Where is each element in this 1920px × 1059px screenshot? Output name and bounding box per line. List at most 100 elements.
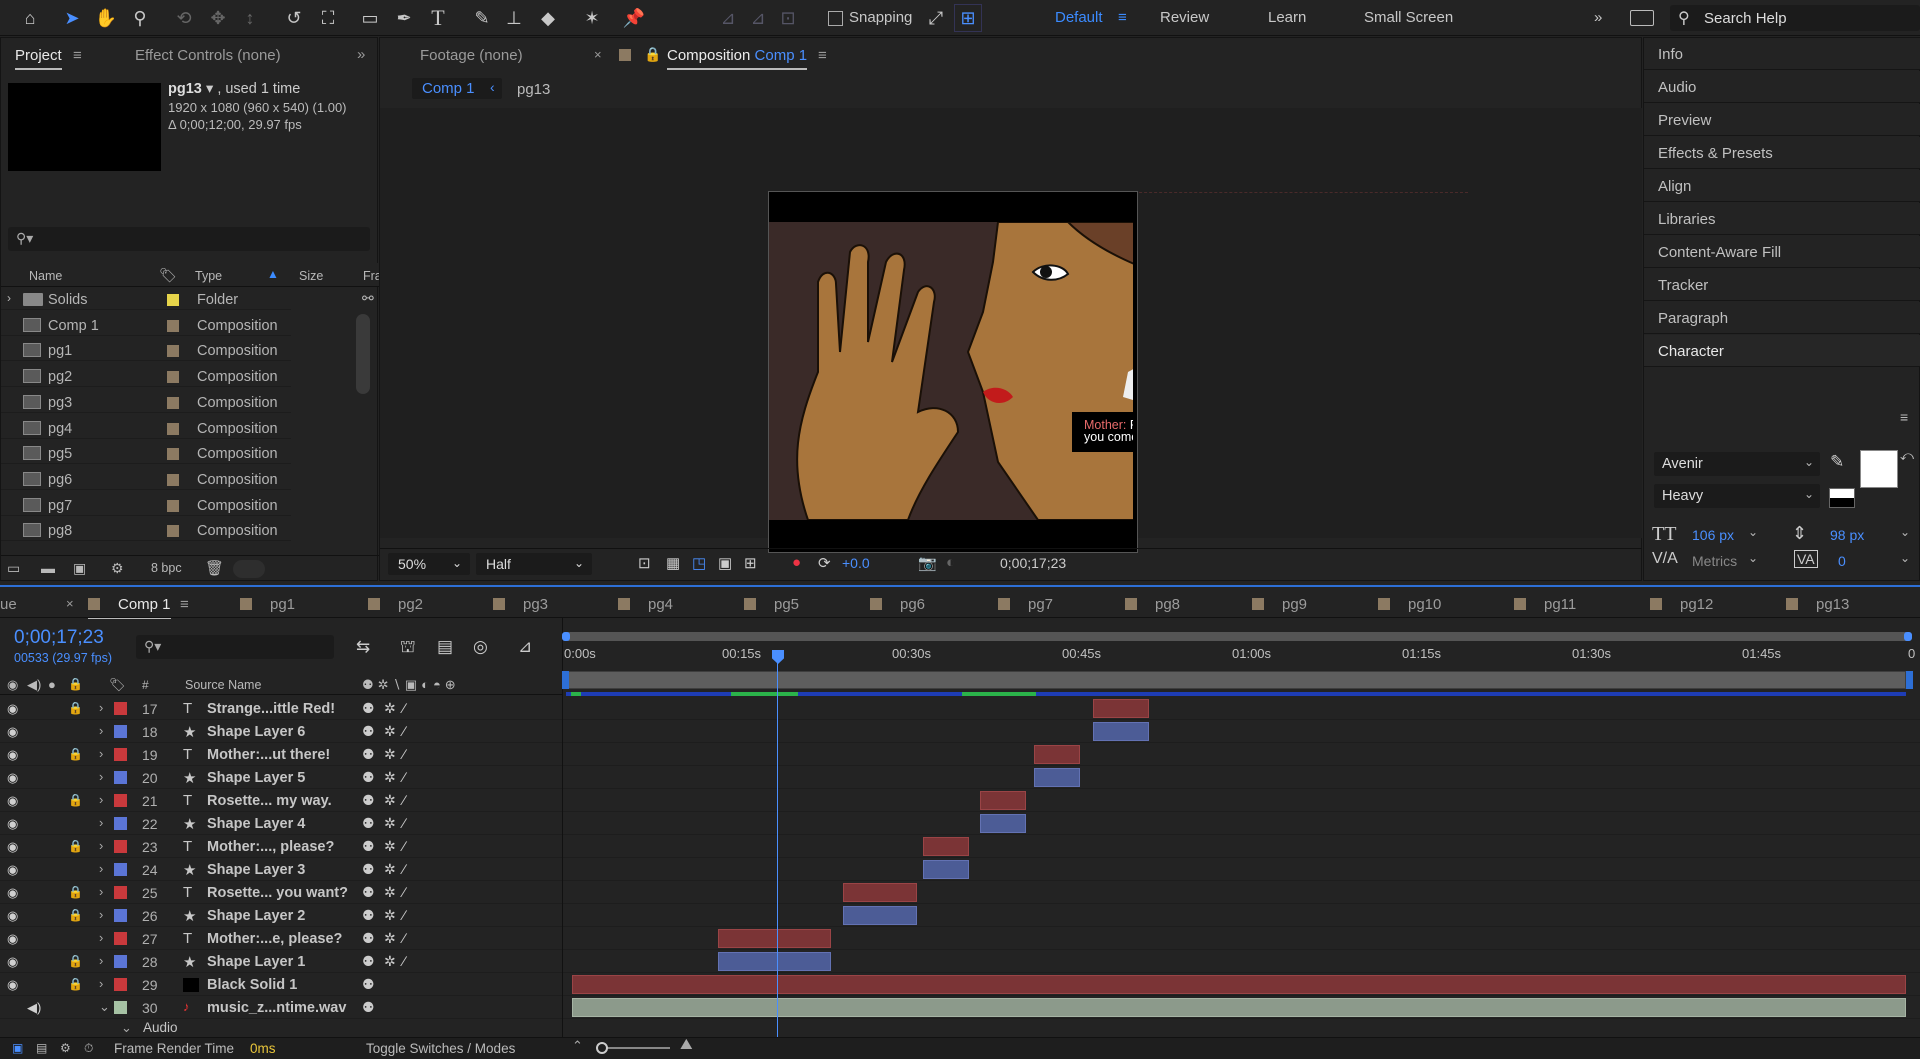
layer-source-name[interactable]: Shape Layer 3 [207,862,305,878]
layer-label-swatch[interactable] [114,748,127,761]
chevron-right-icon[interactable]: › [99,746,103,761]
collapse-switch-icon[interactable]: ✲ [384,815,396,832]
shy-switch-icon[interactable]: ⚉ [362,861,375,878]
timeline-menu-icon[interactable]: ≡ [180,596,189,613]
lock-icon[interactable]: 🔒 [644,46,661,63]
tab-comp-1[interactable]: Comp 1 [88,596,171,619]
shy-switch-icon[interactable]: ⚉ [362,884,375,901]
lock-icon[interactable]: 🔒 [68,954,83,968]
right-panel-effects-presets[interactable]: Effects & Presets [1644,137,1920,169]
tab-pg7[interactable]: pg7 [998,596,1053,613]
tab-project[interactable]: Project [15,47,62,70]
visibility-eye-icon[interactable]: ◉ [7,747,18,763]
chevron-right-icon[interactable]: › [99,815,103,830]
comp-mini-flowchart-icon[interactable]: ⇆ [356,637,370,657]
layer-duration-bar[interactable] [718,929,831,948]
visibility-eye-icon[interactable]: ◉ [7,701,18,717]
chevron-right-icon[interactable]: › [99,723,103,738]
zoom-out-icon[interactable]: ⌃ [572,1038,583,1054]
source-name-header[interactable]: Source Name [185,678,261,692]
right-panel-libraries[interactable]: Libraries [1644,203,1920,235]
tracking-value[interactable]: 0 [1838,553,1846,569]
project-item[interactable]: › Solids Folder [1,289,291,310]
more-workspaces-icon[interactable]: » [1594,9,1602,26]
orbit-camera-icon[interactable]: ⟲ [170,4,198,32]
workspace-review[interactable]: Review [1160,9,1209,26]
label-swatch[interactable] [167,499,179,512]
chevron-right-icon[interactable]: › [7,291,11,305]
shy-switch-icon[interactable]: ⚉ [362,815,375,832]
viewer-timecode[interactable]: 0;00;17;23 [1000,555,1066,571]
project-item[interactable]: Comp 1 Composition [1,315,291,336]
work-area-start-handle[interactable] [562,632,570,641]
collapse-switch-icon[interactable]: ✲ [384,884,396,901]
right-panel-content-aware-fill[interactable]: Content-Aware Fill [1644,236,1920,268]
quality-switch-icon[interactable]: ∕ [403,769,405,785]
graph-editor-icon[interactable]: ⊿ [518,637,532,657]
eraser-tool-icon[interactable]: ◆ [534,4,562,32]
layer-source-name[interactable]: Strange...ittle Red! [207,701,335,717]
shy-switch-icon[interactable]: ⚉ [362,976,375,993]
delete-icon[interactable]: 🗑 [205,559,224,577]
snapping-checkbox[interactable] [828,11,843,26]
shy-switch-icon[interactable]: ⚉ [362,723,375,740]
visibility-eye-icon[interactable]: ◉ [7,793,18,809]
dolly-camera-icon[interactable]: ↕ [236,4,264,32]
layer-label-swatch[interactable] [114,725,127,738]
chevron-right-icon[interactable]: › [99,838,103,853]
visibility-eye-icon[interactable]: ◉ [7,862,18,878]
resolution-dropdown[interactable]: Half ⌄ [476,553,592,575]
layer-duration-bar[interactable] [980,791,1026,810]
layer-duration-bar[interactable] [1034,768,1080,787]
project-item[interactable]: pg8 Composition [1,520,291,542]
tab-effect-controls[interactable]: Effect Controls (none) [135,47,281,64]
chevron-right-icon[interactable]: › [99,907,103,922]
tab-composition[interactable]: Composition Comp 1 [667,47,808,70]
render-time-icon[interactable]: ⏱ [84,1041,93,1056]
label-swatch[interactable] [167,396,179,409]
tab-pg6[interactable]: pg6 [870,596,925,613]
project-scrollbar[interactable] [356,314,370,394]
puppet-pin-icon[interactable]: 📌 [620,4,648,32]
shy-switch-icon[interactable]: ⚉ [362,746,375,763]
right-panel-align[interactable]: Align [1644,170,1920,202]
layer-row[interactable]: ◉ › 22 ★ Shape Layer 4 ⚉ ✲ ∕ [0,812,1920,835]
collapse-switch-icon[interactable]: ✲ [384,700,396,717]
label-swatch[interactable] [167,371,179,384]
layer-source-name[interactable]: Mother:..., please? [207,839,334,855]
eyedropper-icon[interactable]: ✎ [1830,452,1844,472]
layer-duration-bar[interactable] [843,883,917,902]
chevron-right-icon[interactable]: › [99,861,103,876]
quality-switch-icon[interactable]: ∕ [403,746,405,762]
layer-duration-bar[interactable] [1093,699,1149,718]
font-style-dropdown[interactable]: Heavy ⌄ [1654,484,1820,508]
label-swatch[interactable] [167,473,179,486]
layer-row[interactable]: ◉ 🔒 › 21 T Rosette... my way. ⚉ ✲ ∕ [0,789,1920,812]
motion-blur-icon[interactable]: ◎ [473,637,488,657]
show-snapshot-icon[interactable]: ◐ [946,554,955,571]
work-area-end-handle[interactable] [1904,632,1912,641]
label-swatch[interactable] [167,294,179,306]
chevron-down-icon[interactable]: ⌄ [1900,551,1910,565]
label-column-icon[interactable]: 🏷 [159,267,177,284]
layer-label-swatch[interactable] [114,955,127,968]
zoom-tool-icon[interactable]: ⚲ [126,4,154,32]
layer-label-swatch[interactable] [114,863,127,876]
layer-source-name[interactable]: Black Solid 1 [207,977,297,993]
visibility-eye-icon[interactable]: ◉ [7,977,18,993]
mask-visibility-icon[interactable]: ◳ [692,554,706,572]
breadcrumb-pg13[interactable]: pg13 [517,81,550,98]
tab-pg13[interactable]: pg13 [1786,596,1849,613]
tab-pg4[interactable]: pg4 [618,596,673,613]
shy-switch-icon[interactable]: ⚉ [362,700,375,717]
timeline-timecode[interactable]: 0;00;17;23 [14,627,104,649]
project-item[interactable]: pg3 Composition [1,392,291,413]
right-panel-tracker[interactable]: Tracker [1644,269,1920,301]
default-colors-icon[interactable] [1829,488,1855,508]
collapse-switch-icon[interactable]: ✲ [384,907,396,924]
fill-color-swatch[interactable] [1860,450,1898,488]
workspace-small-screen[interactable]: Small Screen [1364,9,1453,26]
lock-icon[interactable]: 🔒 [68,747,83,761]
swap-colors-icon[interactable]: ⤺ [1900,448,1914,464]
layer-label-swatch[interactable] [114,1001,127,1014]
